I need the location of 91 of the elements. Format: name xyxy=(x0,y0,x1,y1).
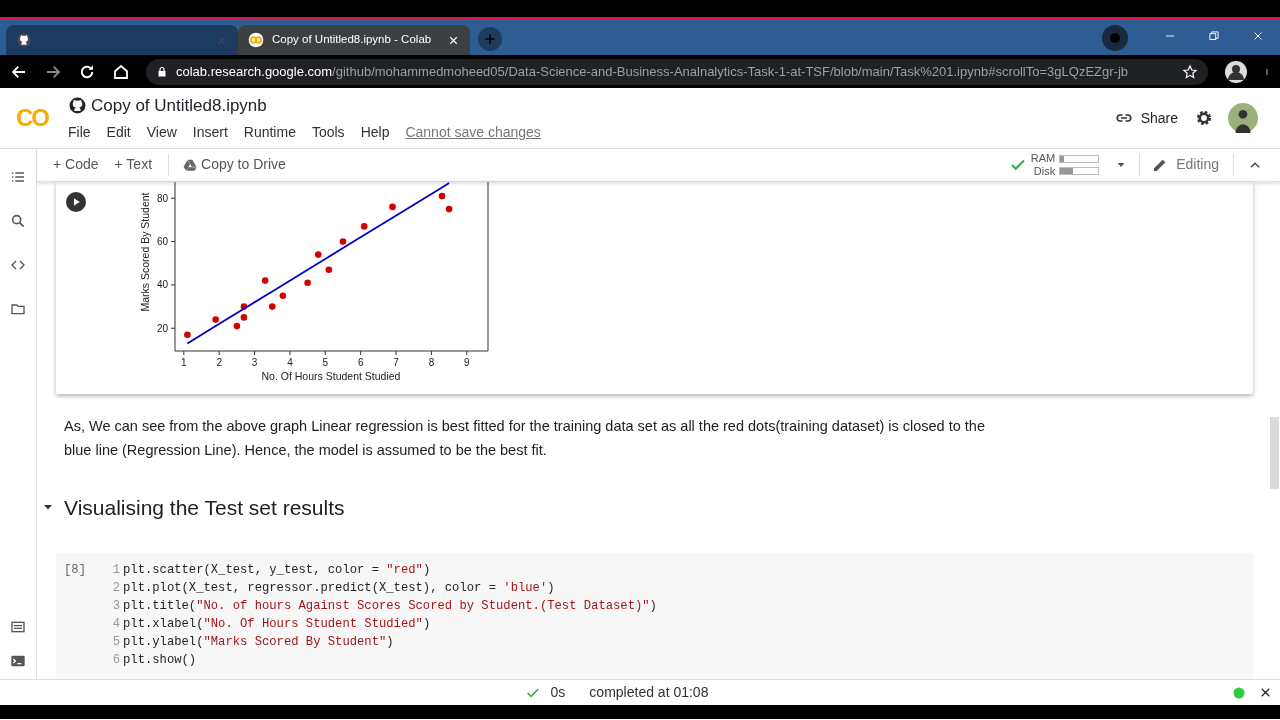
y-axis-label: Marks Scored By Student xyxy=(139,192,151,312)
browser-tab[interactable]: Copy of Untitled8.ipynb - Colab xyxy=(238,25,470,55)
search-icon[interactable] xyxy=(10,213,26,229)
colab-icon xyxy=(248,32,264,48)
url-text: colab.research.google.com/github/mohammedmoheed05/Data-Science-and-Business-Analnalytics-Task-1-at-TSF/blob/main/Task%201.ipynb#scrollTo=3gLQzEZgr-jb xyxy=(176,62,1129,81)
code-line[interactable]: plt.scatter(X_test, y_test, color = "red") xyxy=(123,561,657,579)
lock-icon xyxy=(156,65,168,78)
restore-icon xyxy=(1207,29,1221,43)
y-tick-label: 40 xyxy=(156,279,169,291)
x-tick-label: 6 xyxy=(357,356,364,368)
close-icon[interactable] xyxy=(1259,686,1272,699)
line-number: 6 xyxy=(111,652,120,669)
meter-label: RAM xyxy=(1030,151,1056,165)
meter-label: Disk xyxy=(1033,164,1056,178)
menu-item[interactable]: File xyxy=(68,122,91,144)
x-tick-label: 4 xyxy=(287,356,294,368)
x-tick-label: 2 xyxy=(216,356,223,368)
code-line[interactable]: plt.title("No. of hours Against Scores Scored by Student.(Test Dataset)") xyxy=(123,597,657,615)
x-tick: 4 xyxy=(287,350,293,368)
x-tick: 9 xyxy=(464,350,470,368)
x-tick: 2 xyxy=(216,350,222,368)
github-icon xyxy=(16,32,32,48)
avatar-icon[interactable] xyxy=(1224,59,1248,84)
x-tick: 7 xyxy=(393,350,399,368)
address-bar[interactable]: colab.research.google.com/github/mohammedmoheed05/Data-Science-and-Business-Analnalytics-Task-1-at-TSF/blob/main/Task%201.ipynb#scrollTo=3gLQzEZgr-jb xyxy=(146,58,1208,85)
toc-icon[interactable] xyxy=(10,169,26,185)
resource-meter xyxy=(1059,166,1100,175)
menu-item[interactable]: Runtime xyxy=(243,122,296,144)
drive-icon xyxy=(183,157,198,172)
duration-text: 0s xyxy=(550,683,566,702)
y-tick: 40 xyxy=(156,279,176,291)
y-tick-label: 80 xyxy=(156,192,169,204)
x-tick-label: 9 xyxy=(464,356,470,368)
connected-status-icon xyxy=(1233,686,1245,699)
run-button[interactable] xyxy=(66,191,86,212)
tab-title: Copy of Untitled8.ipynb - Colab xyxy=(272,32,433,48)
x-tick-label: 5 xyxy=(322,356,329,368)
scrollbar-thumb[interactable] xyxy=(1270,416,1279,489)
share-button[interactable]: Share xyxy=(1114,107,1178,129)
menu-item[interactable]: Tools xyxy=(311,122,345,144)
plus-icon xyxy=(483,32,497,46)
star-icon[interactable] xyxy=(1182,63,1198,80)
line-number: 1 xyxy=(111,562,120,579)
home-icon[interactable] xyxy=(112,62,130,81)
x-tick-label: 3 xyxy=(251,356,258,368)
execution-count: [8] xyxy=(64,562,87,579)
menu-item[interactable]: Edit xyxy=(106,122,131,144)
x-tick-label: 1 xyxy=(181,356,188,368)
resource-meter xyxy=(1059,154,1100,163)
line-number: 3 xyxy=(111,598,120,615)
menu-item[interactable]: View xyxy=(146,122,177,144)
menu-item[interactable]: Insert xyxy=(192,122,228,144)
y-tick: 60 xyxy=(156,235,176,247)
y-tick: 20 xyxy=(156,322,176,334)
code-line[interactable]: plt.show() xyxy=(123,651,657,669)
x-tick: 1 xyxy=(181,350,187,368)
add-cell-button[interactable]: + Text xyxy=(114,154,153,176)
y-tick-label: 20 xyxy=(156,322,169,334)
line-number: 2 xyxy=(111,580,120,597)
x-tick: 5 xyxy=(322,350,329,368)
save-notice-link[interactable]: Cannot save changes xyxy=(405,122,541,144)
menu-item[interactable]: Help xyxy=(360,122,390,144)
text-cell-paragraph: As, We can see from the above graph Linear regression is best fitted for the training data set as all the red dots(training dataset) is closed to the blue line (Regression Line). Hence, the model is assumed to be the best fit. xyxy=(64,416,986,460)
terminal-icon[interactable] xyxy=(10,653,26,669)
code-line[interactable]: plt.ylabel("Marks Scored By Student") xyxy=(123,633,657,651)
code-line[interactable]: plt.xlabel("No. Of Hours Student Studied") xyxy=(123,615,657,633)
add-cell-button[interactable]: + Code xyxy=(53,154,99,176)
code-line[interactable]: plt.plot(X_test, regressor.predict(X_test), color = 'blue') xyxy=(123,579,657,597)
editing-mode-button[interactable]: Editing xyxy=(1152,154,1219,176)
y-tick: 80 xyxy=(156,192,176,204)
x-axis-label: No. Of Hours Student Studied xyxy=(261,369,401,382)
x-tick: 6 xyxy=(357,350,364,368)
line-number: 4 xyxy=(111,616,120,633)
new-tab-button[interactable] xyxy=(478,27,502,51)
x-tick-label: 8 xyxy=(428,356,435,368)
avatar-icon[interactable] xyxy=(1228,103,1258,133)
record-icon xyxy=(1109,32,1121,44)
copy-to-drive-button[interactable]: Copy to Drive xyxy=(183,154,286,176)
x-tick: 3 xyxy=(251,350,258,368)
record-button[interactable] xyxy=(1102,25,1128,51)
section-heading: Visualising the Test set results xyxy=(64,494,345,521)
github-icon xyxy=(68,96,87,115)
x-tick: 8 xyxy=(428,350,435,368)
x-tick-label: 7 xyxy=(393,356,400,368)
status-message: completed at 01:08 xyxy=(589,683,709,702)
line-number: 5 xyxy=(111,634,120,651)
notebook-title[interactable]: Copy of Untitled8.ipynb xyxy=(91,92,267,119)
snippets-icon[interactable] xyxy=(10,619,26,635)
settings-icon[interactable] xyxy=(1194,108,1214,128)
y-tick-label: 60 xyxy=(156,235,169,247)
folder-icon[interactable] xyxy=(10,301,26,317)
